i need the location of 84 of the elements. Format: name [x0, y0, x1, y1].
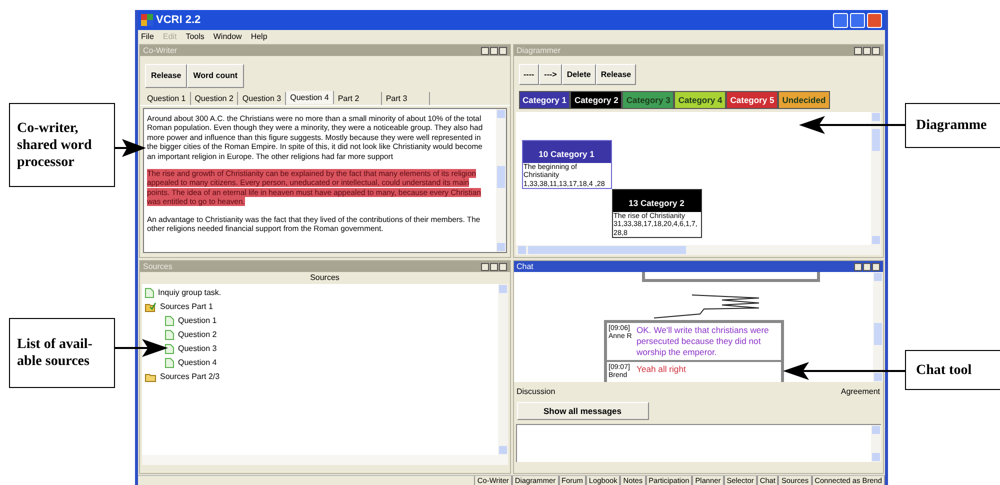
menu-item[interactable]: Help — [250, 30, 268, 42]
scrollbar[interactable] — [871, 425, 881, 462]
minimize-button[interactable] — [480, 46, 488, 54]
scroll-left-icon[interactable] — [518, 246, 526, 254]
scroll-thumb[interactable] — [874, 323, 882, 345]
show-all-messages-button[interactable]: Show all messages — [516, 402, 648, 420]
callout-label: Co-writer, shared word processor — [9, 103, 115, 187]
tree-item[interactable]: Question 1 — [178, 315, 217, 327]
toolbar-button[interactable]: Release — [596, 64, 636, 85]
scroll-up-icon[interactable] — [872, 426, 880, 434]
scrollbar[interactable] — [873, 272, 883, 382]
node-header: 10 Category 1 — [522, 141, 610, 163]
callout-arrow — [115, 139, 146, 157]
panel-title: Diagrammer — [516, 46, 561, 56]
scroll-down-icon[interactable] — [496, 243, 504, 251]
document-icon — [145, 288, 154, 298]
scroll-down-icon[interactable] — [872, 236, 880, 244]
tree-item[interactable]: Inquiy group task. — [158, 287, 222, 299]
window-title: VCRI 2.2 — [156, 12, 201, 28]
maximize-button[interactable] — [490, 46, 498, 54]
maximize-button[interactable] — [863, 46, 871, 54]
scroll-down-icon[interactable] — [498, 446, 506, 454]
tab[interactable]: Part 3 — [382, 92, 430, 105]
scroll-up-icon[interactable] — [874, 273, 882, 281]
horizontal-scrollbar[interactable] — [516, 245, 881, 255]
close-button[interactable] — [872, 262, 880, 270]
panel-title: Sources — [143, 262, 172, 272]
close-button[interactable] — [498, 262, 506, 270]
minimize-button[interactable] — [480, 262, 488, 270]
category-tag[interactable]: Category 2 — [570, 91, 622, 109]
callout-label: Diagramme — [905, 103, 1000, 148]
scroll-up-icon[interactable] — [872, 113, 880, 121]
category-tag[interactable]: Category 5 — [726, 91, 778, 109]
category-tag[interactable]: Undecided — [778, 91, 830, 109]
scrollbar[interactable] — [498, 284, 508, 455]
tree-item[interactable]: Sources Part 2/3 — [160, 371, 220, 383]
callout-label: Chat tool — [905, 350, 1000, 390]
close-button[interactable] — [872, 46, 880, 54]
scroll-up-icon[interactable] — [496, 110, 504, 118]
toolbar-button[interactable]: Delete — [562, 64, 596, 85]
category-tag[interactable]: Category 4 — [674, 91, 726, 109]
message-text: OK. We'll write that christians were persecuted because they did not worship the emperor. — [636, 325, 770, 358]
scroll-thumb[interactable] — [528, 246, 686, 254]
tree-item[interactable]: Sources Part 1 — [160, 301, 213, 313]
tab[interactable]: Question 4 — [286, 91, 334, 104]
node-header: 13 Category 2 — [612, 190, 700, 212]
menu-item[interactable]: Tools — [186, 30, 204, 42]
tree-item[interactable]: Question 4 — [178, 357, 217, 369]
maximize-button[interactable] — [863, 262, 871, 270]
tree-item[interactable]: Question 3 — [178, 343, 217, 355]
scroll-down-icon[interactable] — [874, 373, 882, 381]
category-tag[interactable]: Category 1 — [518, 91, 570, 109]
app-icon — [141, 14, 153, 26]
callout-arrow — [115, 339, 168, 357]
toolbar-button[interactable]: ---- — [518, 64, 540, 85]
scrollbar[interactable] — [871, 112, 881, 245]
menu-item[interactable]: Window — [213, 30, 242, 42]
menu-item[interactable]: File — [141, 30, 154, 42]
tab[interactable]: Part 2 — [334, 92, 382, 105]
tab[interactable]: Question 2 — [190, 92, 238, 105]
message-input[interactable] — [516, 424, 881, 462]
panel-title: Co-Writer — [143, 46, 178, 56]
scroll-up-icon[interactable] — [498, 285, 506, 293]
scale-label: Discussion — [516, 386, 556, 398]
column-header: Sources — [309, 272, 340, 284]
panel-title: Chat — [516, 262, 534, 272]
minimize-button[interactable] — [854, 262, 862, 270]
horizontal-scrollbar[interactable] — [142, 455, 508, 465]
close-button[interactable] — [498, 46, 506, 54]
scale-label: Agreement — [840, 386, 880, 398]
toolbar-button[interactable]: ---> — [539, 64, 562, 85]
maximize-button[interactable] — [490, 262, 498, 270]
category-tag[interactable]: Category 3 — [622, 91, 674, 109]
callout-label: List of avail-able sources — [9, 318, 115, 388]
toolbar-button[interactable]: Word count — [187, 64, 244, 88]
tree-item[interactable]: Question 2 — [178, 329, 217, 341]
scroll-down-icon[interactable] — [872, 453, 880, 461]
scroll-thumb[interactable] — [496, 166, 504, 188]
tab[interactable]: Question 1 — [143, 92, 191, 105]
message-text: Yeah all right — [636, 364, 686, 376]
scroll-thumb[interactable] — [872, 129, 880, 151]
scrollbar[interactable] — [496, 109, 506, 252]
toolbar-button[interactable]: Release — [145, 64, 188, 88]
minimize-button[interactable] — [854, 46, 862, 54]
